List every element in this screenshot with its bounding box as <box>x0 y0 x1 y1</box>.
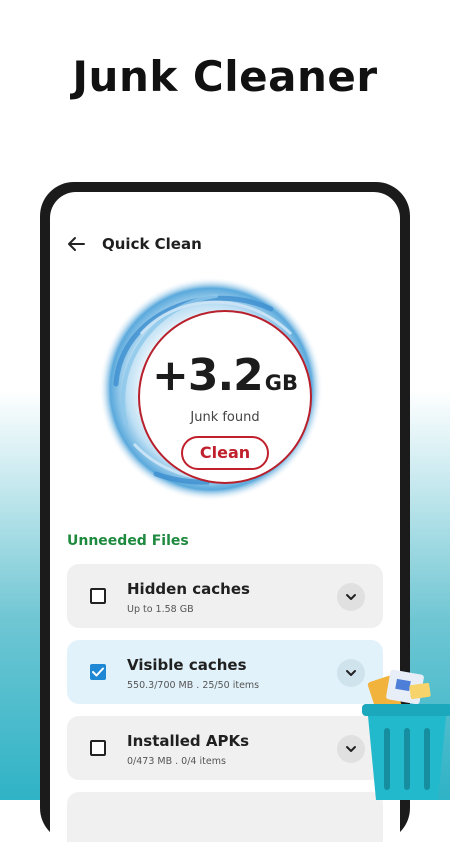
junk-unit: GB <box>264 371 299 395</box>
clean-button[interactable]: Clean <box>181 436 269 470</box>
expand-button[interactable] <box>337 583 365 611</box>
item-subtitle: 550.3/700 MB . 25/50 items <box>127 680 260 691</box>
list-item-visible-caches[interactable]: Visible caches 550.3/700 MB . 25/50 item… <box>67 640 383 704</box>
junk-amount: +3.2 <box>151 350 264 401</box>
screen-title: Quick Clean <box>102 235 202 253</box>
item-title: Hidden caches <box>127 580 250 598</box>
item-subtitle: 0/473 MB . 0/4 items <box>127 756 226 767</box>
checkbox-checked[interactable] <box>90 664 106 680</box>
phone-frame: Quick Clean +3.2GB Junk found Clean Unne… <box>40 182 410 842</box>
expand-button[interactable] <box>337 659 365 687</box>
item-title: Visible caches <box>127 656 247 674</box>
trash-bin-icon <box>362 670 450 800</box>
section-title: Unneeded Files <box>67 533 189 549</box>
junk-summary-circle: +3.2GB Junk found Clean <box>138 310 312 484</box>
junk-size: +3.2GB <box>140 350 310 401</box>
chevron-down-icon <box>346 670 356 676</box>
checkbox[interactable] <box>90 588 106 604</box>
chevron-down-icon <box>346 594 356 600</box>
top-bar: Quick Clean <box>50 230 400 260</box>
chevron-down-icon <box>346 746 356 752</box>
headline: Junk Cleaner <box>72 52 378 101</box>
phone-screen: Quick Clean +3.2GB Junk found Clean Unne… <box>50 192 400 842</box>
list-item-installed-apks[interactable]: Installed APKs 0/473 MB . 0/4 items <box>67 716 383 780</box>
junk-found-label: Junk found <box>190 410 260 425</box>
arrow-left-icon[interactable] <box>64 232 88 256</box>
list-item-hidden-caches[interactable]: Hidden caches Up to 1.58 GB <box>67 564 383 628</box>
expand-button[interactable] <box>337 735 365 763</box>
item-subtitle: Up to 1.58 GB <box>127 604 194 615</box>
item-title: Installed APKs <box>127 732 250 750</box>
check-icon <box>92 667 104 677</box>
checkbox[interactable] <box>90 740 106 756</box>
